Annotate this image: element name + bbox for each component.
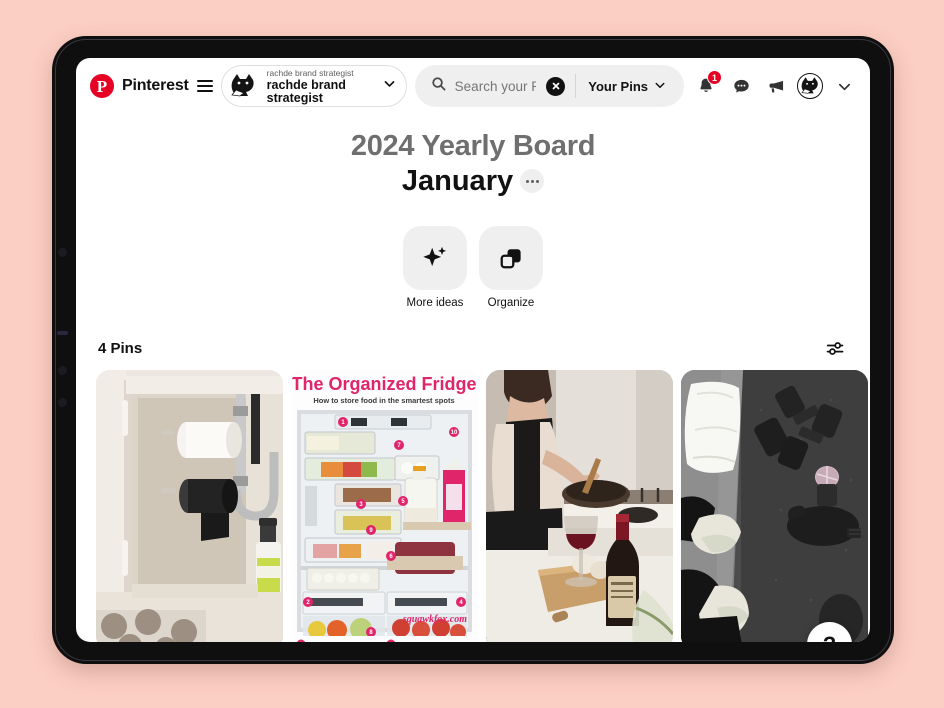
sparkle-icon — [403, 226, 467, 290]
organize-squares-icon — [479, 226, 543, 290]
more-ideas-button[interactable]: More ideas — [403, 226, 467, 309]
more-ideas-label: More ideas — [406, 297, 464, 309]
device-side-button — [58, 366, 67, 375]
account-avatar-icon[interactable] — [797, 73, 823, 99]
pin-image-cooking-wine[interactable] — [486, 370, 673, 642]
pin-card[interactable]: The Organized Fridge How to store food i… — [291, 370, 478, 642]
device-side-button — [58, 398, 67, 407]
chat-bubble-icon[interactable] — [727, 72, 755, 100]
help-label: ? — [823, 632, 836, 643]
profile-name: rachde brand strategist — [266, 77, 346, 105]
board-title-line2-row: January — [76, 164, 870, 198]
header-icon-group: 1 — [692, 70, 858, 100]
megaphone-icon[interactable] — [762, 72, 790, 100]
filter-sliders-icon[interactable] — [822, 335, 848, 361]
clear-x-icon[interactable] — [546, 76, 566, 96]
brand-label: Pinterest — [122, 77, 189, 94]
organize-button[interactable]: Organize — [479, 226, 543, 309]
board-title-block: 2024 Yearly Board January — [76, 128, 870, 198]
pins-count-label: 4 Pins — [98, 339, 143, 357]
svg-text:squawkfox.com: squawkfox.com — [402, 614, 467, 625]
chevron-down-icon[interactable] — [830, 72, 858, 100]
pin-image-under-sink[interactable] — [96, 370, 283, 642]
app-header: P Pinterest rachde brand strategist rach… — [76, 58, 870, 114]
search-scope-label: Your Pins — [588, 78, 648, 94]
svg-text:The Organized Fridge: The Organized Fridge — [291, 374, 476, 394]
organize-label: Organize — [487, 297, 535, 309]
ellipsis-icon[interactable] — [520, 169, 545, 193]
profile-avatar-icon — [227, 71, 258, 101]
pin-image-gym-flatlay[interactable] — [681, 370, 868, 642]
pins-grid: The Organized Fridge How to store food i… — [76, 370, 870, 642]
board-title-line2: January — [401, 165, 514, 197]
svg-text:BOTTOMS UP: BOTTOMS UP — [399, 642, 443, 643]
profile-text: rachde brand strategist rachde brand str… — [267, 68, 374, 105]
brand-area: P Pinterest — [90, 74, 213, 98]
device-side-indicator — [57, 331, 68, 335]
pin-card[interactable] — [96, 370, 283, 642]
tablet-device-frame: P Pinterest rachde brand strategist rach… — [52, 36, 894, 664]
search-bar[interactable]: Your Pins — [414, 65, 684, 107]
app-screen: P Pinterest rachde brand strategist rach… — [76, 58, 870, 642]
profile-sub-label: rachde brand strategist — [266, 67, 354, 78]
pin-card[interactable]: Wine Helps Cook Your Winter — [486, 370, 673, 642]
svg-text:10: 10 — [451, 430, 458, 436]
search-scope-dropdown[interactable]: Your Pins — [576, 79, 678, 94]
device-side-button — [58, 248, 67, 257]
notification-badge: 1 — [707, 70, 722, 85]
chevron-down-icon — [654, 79, 666, 94]
pin-image-organized-fridge[interactable]: The Organized Fridge How to store food i… — [291, 370, 478, 642]
search-icon — [431, 76, 446, 96]
bell-icon[interactable]: 1 — [692, 70, 722, 100]
pins-header: 4 Pins — [76, 335, 870, 361]
chevron-down-icon — [383, 77, 396, 95]
pinterest-logo-icon[interactable]: P — [90, 74, 114, 98]
hamburger-menu-icon[interactable] — [196, 77, 213, 95]
profile-switcher-chip[interactable]: rachde brand strategist rachde brand str… — [220, 65, 407, 107]
svg-text:How to store food in the smart: How to store food in the smartest spots — [313, 396, 454, 405]
search-input[interactable] — [454, 78, 537, 94]
board-actions: More ideas Organize — [76, 226, 870, 309]
svg-text:KEEP YOUR COOL: KEEP YOUR COOL — [309, 642, 368, 643]
pin-card[interactable] — [681, 370, 868, 642]
board-title-line1: 2024 Yearly Board — [350, 130, 596, 162]
